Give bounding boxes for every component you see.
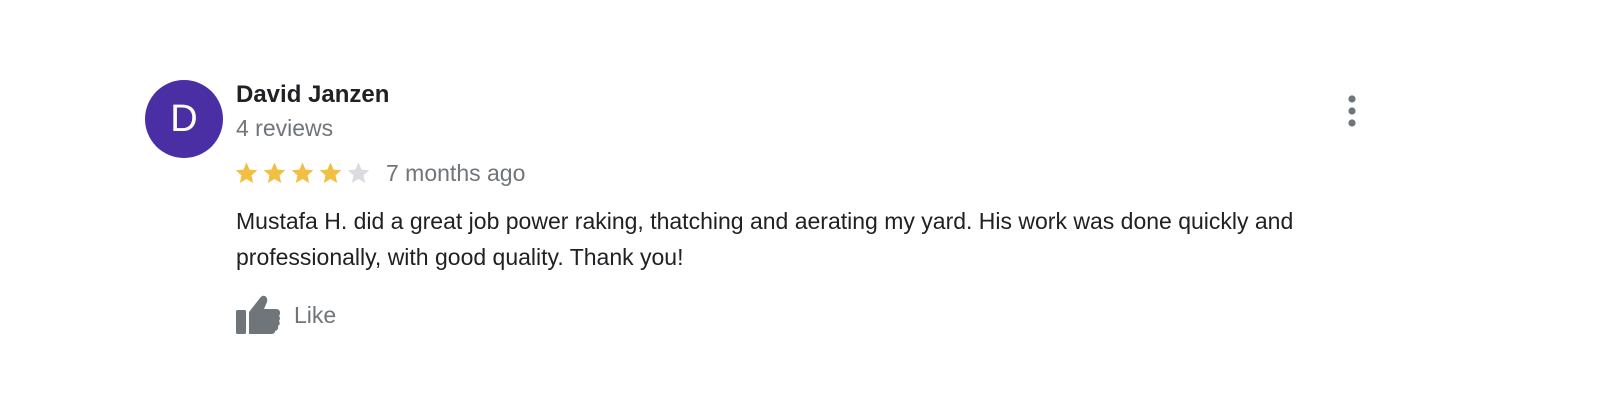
star-rating xyxy=(234,160,374,186)
review-text: Mustafa H. did a great job power raking,… xyxy=(236,208,1294,270)
review-time: 7 months ago xyxy=(386,160,526,186)
more-options-button[interactable] xyxy=(1336,92,1368,130)
star-filled-icon xyxy=(262,161,287,186)
like-label: Like xyxy=(294,302,337,328)
like-button[interactable]: Like xyxy=(234,292,336,338)
review-card: D David Janzen 4 reviews 7 months ago Mu… xyxy=(0,0,1600,400)
more-vert-icon xyxy=(1348,95,1356,127)
avatar[interactable]: D xyxy=(145,80,223,158)
reviewer-name[interactable]: David Janzen xyxy=(236,80,389,110)
star-filled-icon xyxy=(234,161,259,186)
star-filled-icon xyxy=(290,161,315,186)
thumbs-up-icon xyxy=(234,292,282,338)
star-filled-icon xyxy=(318,161,343,186)
reviewer-review-count[interactable]: 4 reviews xyxy=(236,113,333,143)
star-empty-icon xyxy=(346,161,371,186)
